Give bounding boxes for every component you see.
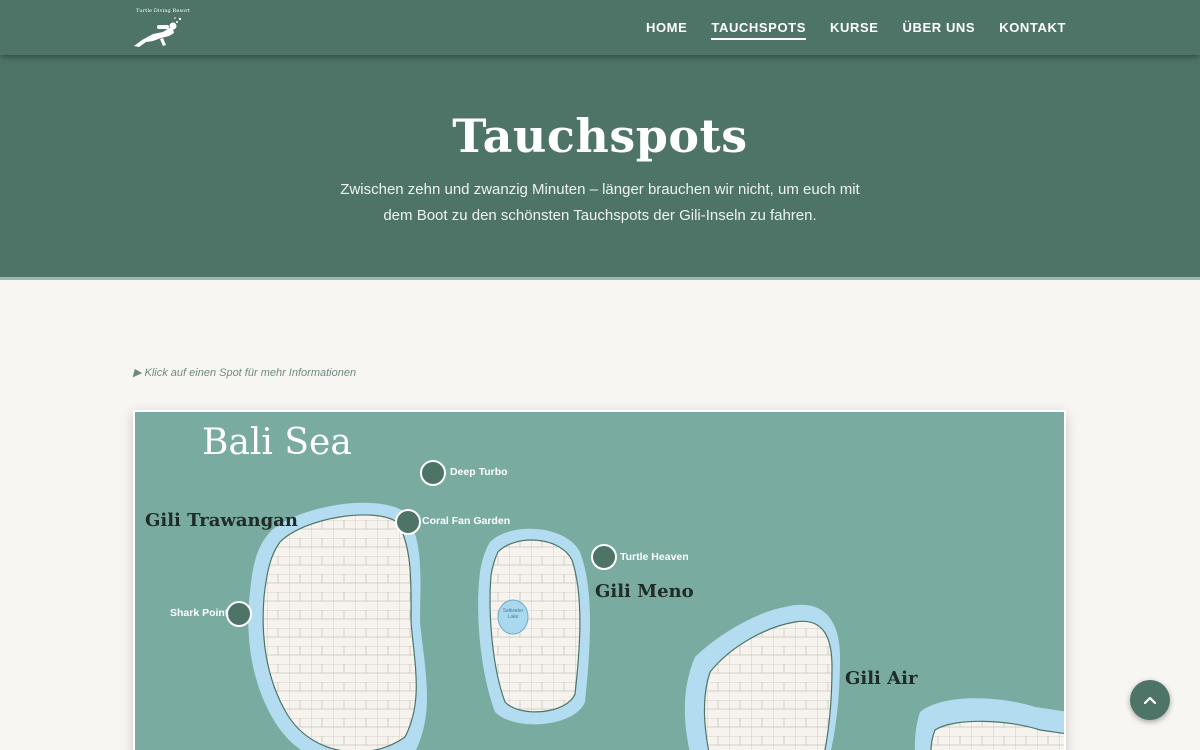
island-label-meno: Gili Meno (595, 581, 694, 602)
spot-label-deep-turbo[interactable]: Deep Turbo (450, 466, 508, 478)
sea-label: Bali Sea (202, 422, 352, 463)
nav-kontakt[interactable]: KONTAKT (999, 14, 1066, 41)
spot-shark-point[interactable] (226, 601, 252, 627)
nav-kurse[interactable]: KURSE (830, 14, 879, 41)
hero-section: Tauchspots Zwischen zehn und zwanzig Min… (0, 55, 1200, 280)
nav-tauchspots[interactable]: TAUCHSPOTS (711, 14, 806, 41)
main-nav: HOME TAUCHSPOTS KURSE ÜBER UNS KONTAKT (646, 0, 1066, 55)
page-title: Tauchspots (452, 109, 748, 163)
island-label-trawangan: Gili Trawangan (145, 510, 298, 531)
logo[interactable]: Turtle Diving Resort (133, 8, 190, 48)
logo-text: Turtle Diving Resort (136, 8, 190, 14)
back-to-top-button[interactable] (1130, 680, 1170, 720)
spot-deep-turbo[interactable] (420, 460, 446, 486)
spot-label-shark-point[interactable]: Shark Point (170, 607, 228, 619)
page-subtitle: Zwischen zehn und zwanzig Minuten – läng… (340, 181, 860, 224)
lake-label: Saltwater Lake (502, 608, 524, 620)
island-label-air: Gili Air (845, 668, 918, 689)
spot-label-coral-fan-garden[interactable]: Coral Fan Garden (422, 515, 510, 527)
spot-coral-fan-garden[interactable] (395, 509, 421, 535)
site-header: Turtle Diving Resort HOME TAUCHSPOTS KUR… (0, 0, 1200, 55)
diver-icon (134, 17, 182, 47)
nav-home[interactable]: HOME (646, 14, 687, 41)
spot-turtle-heaven[interactable] (591, 544, 617, 570)
map-hint: ▶ Klick auf einen Spot für mehr Informat… (133, 367, 357, 379)
chevron-up-icon (1143, 696, 1157, 705)
spot-label-turtle-heaven[interactable]: Turtle Heaven (620, 551, 689, 563)
dive-map: Bali Sea Gili Trawangan Gili Meno Gili A… (133, 410, 1066, 750)
nav-ueber-uns[interactable]: ÜBER UNS (903, 14, 976, 41)
